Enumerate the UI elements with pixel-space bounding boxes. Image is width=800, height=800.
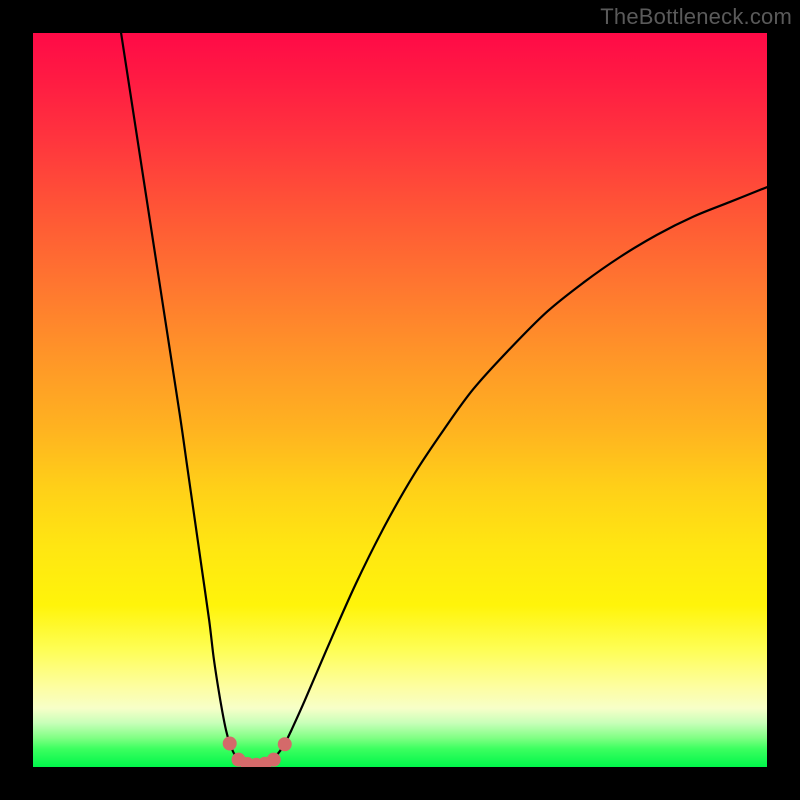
curve-layer — [33, 33, 767, 767]
trough-marker — [223, 737, 237, 751]
trough-marker — [278, 737, 292, 751]
plot-area — [33, 33, 767, 767]
bottleneck-curve — [121, 33, 767, 765]
watermark-text: TheBottleneck.com — [600, 4, 792, 30]
trough-marker — [267, 753, 281, 767]
chart-frame: TheBottleneck.com — [0, 0, 800, 800]
